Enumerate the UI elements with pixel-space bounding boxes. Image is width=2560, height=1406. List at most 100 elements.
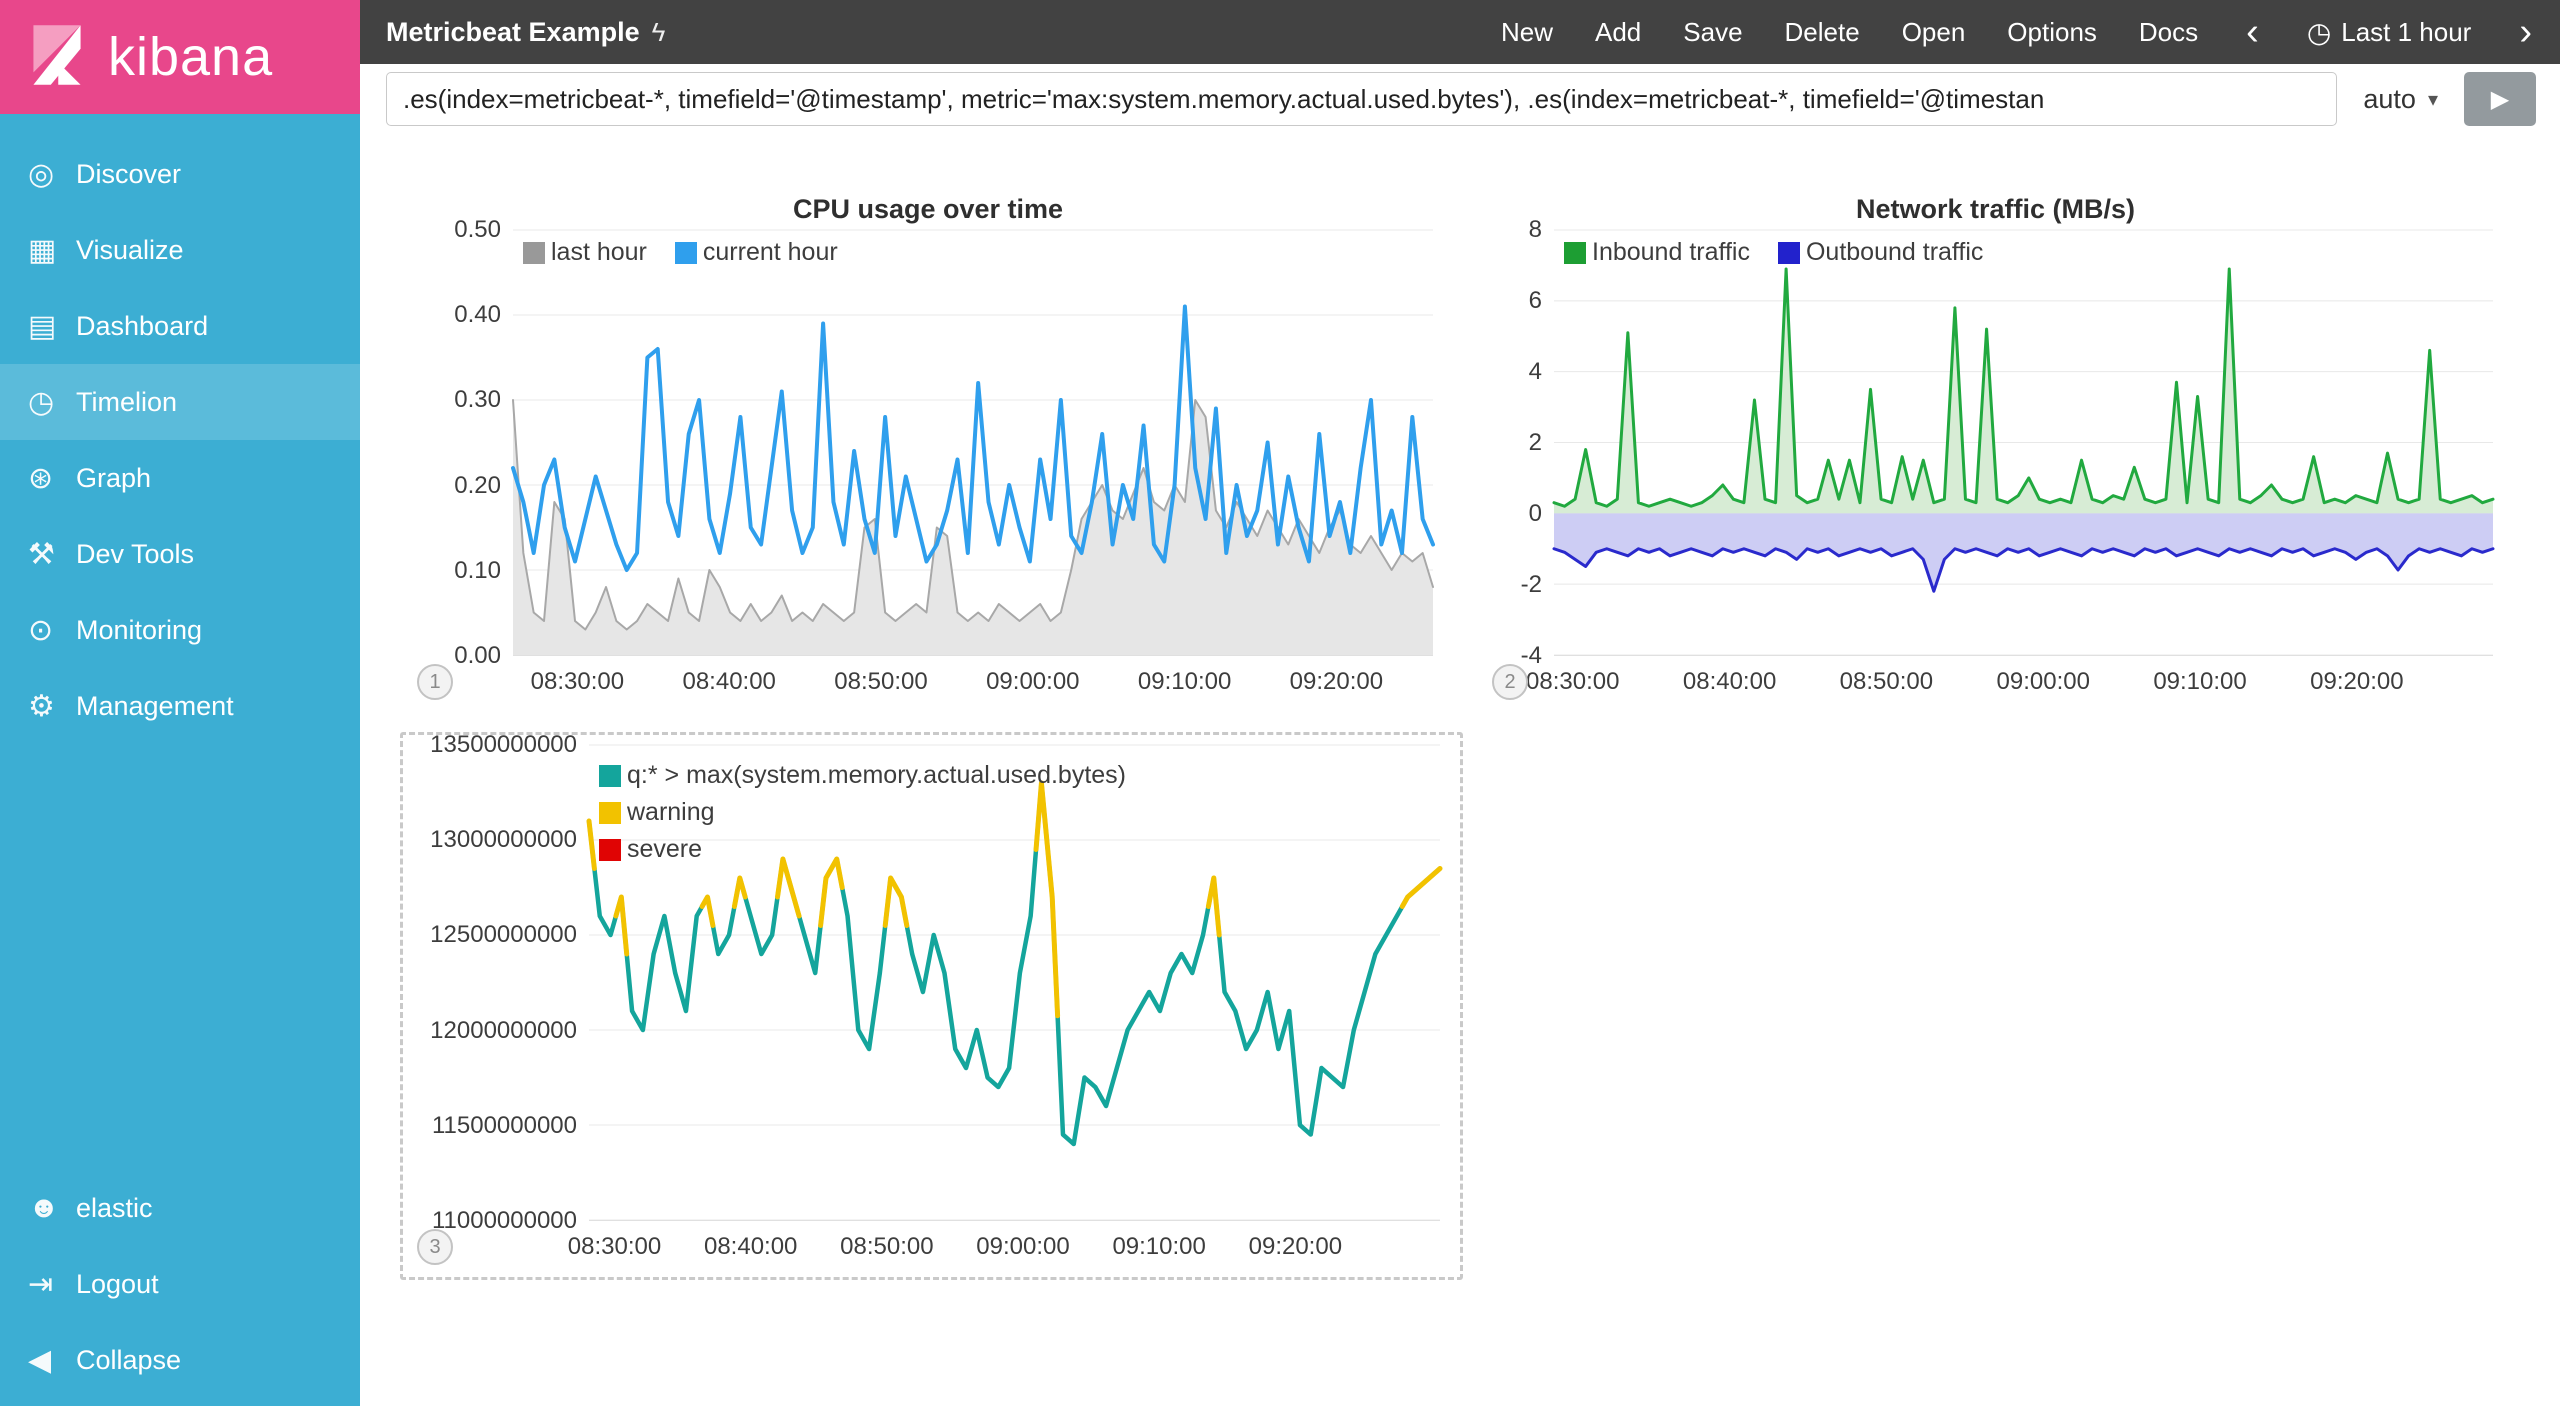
x-tick-label: 09:20:00 [1290,668,1383,696]
gear-icon: ⚙ [28,689,76,724]
sidebar-item-dev-tools[interactable]: ⚒Dev Tools [0,516,360,592]
y-tick-label: 4 [1529,358,1542,386]
collapse-icon: ◀ [28,1343,76,1378]
x-tick-label: 09:20:00 [1249,1233,1342,1261]
clock-icon: ◷ [2307,16,2331,49]
y-tick-label: 11000000000 [432,1207,577,1235]
sidebar-item-label: Dev Tools [76,539,194,570]
topbar: Metricbeat Example ϟ NewAddSaveDeleteOpe… [360,0,2560,64]
timelion-panel-2[interactable]: Network traffic (MB/s) -4-202468 Inbound… [1478,180,2513,712]
y-tick-label: 11500000000 [432,1112,577,1140]
menu-item-delete[interactable]: Delete [1785,17,1860,48]
legend-label: Outbound traffic [1806,238,1983,267]
time-picker[interactable]: ◷ Last 1 hour [2307,16,2472,49]
x-tick-label: 08:50:00 [840,1233,933,1261]
chart-legend: Inbound traffic Outbound traffic [1564,238,1983,267]
legend-item[interactable]: current hour [675,238,838,267]
sidebar-item-label: Monitoring [76,615,202,646]
legend-label: q:* > max(system.memory.actual.used.byte… [627,761,1126,790]
sidebar-item-label: Collapse [76,1345,181,1376]
sidebar-item-discover[interactable]: ◎Discover [0,136,360,212]
x-tick-label: 08:30:00 [568,1233,661,1261]
legend-label: warning [627,798,715,827]
y-tick-label: 13000000000 [430,826,577,854]
menu-item-options[interactable]: Options [2007,17,2097,48]
legend-swatch [599,765,621,787]
sidebar-item-graph[interactable]: ⊛Graph [0,440,360,516]
y-tick-label: 12500000000 [430,921,577,949]
legend-label: severe [627,835,702,864]
x-tick-label: 08:50:00 [1840,668,1933,696]
y-tick-label: 0.00 [454,642,501,670]
kibana-logo[interactable]: kibana [0,0,360,114]
legend-item[interactable]: q:* > max(system.memory.actual.used.byte… [599,761,1126,790]
chevron-left-icon[interactable]: ‹ [2240,13,2265,51]
sidebar-item-timelion[interactable]: ◷Timelion [0,364,360,440]
y-tick-label: 13500000000 [430,731,577,759]
timelion-panel-1[interactable]: CPU usage over time 0.000.100.200.300.40… [403,180,1453,712]
menu-item-new[interactable]: New [1501,17,1553,48]
x-tick-label: 09:10:00 [2153,668,2246,696]
timelion-panel-3-selected[interactable]: 11000000000 11500000000 12000000000 1250000… [400,732,1463,1280]
sidebar-item-elastic[interactable]: ☻elastic [0,1170,360,1246]
legend-item[interactable]: Inbound traffic [1564,238,1750,267]
sidebar-item-label: Management [76,691,234,722]
page-title: Metricbeat Example [386,17,640,48]
play-button[interactable]: ▶ [2464,72,2536,126]
sidebar-item-label: Graph [76,463,151,494]
sidebar-item-logout[interactable]: ⇥Logout [0,1246,360,1322]
y-tick-label: 2 [1529,429,1542,457]
chevron-down-icon: ▾ [2428,87,2438,112]
legend-item[interactable]: last hour [523,238,647,267]
x-tick-label: 09:20:00 [2310,668,2403,696]
sidebar-item-management[interactable]: ⚙Management [0,668,360,744]
sidebar-item-dashboard[interactable]: ▤Dashboard [0,288,360,364]
sidebar-item-visualize[interactable]: ▦Visualize [0,212,360,288]
logout-icon: ⇥ [28,1267,76,1302]
dashboard-icon: ▤ [28,309,76,344]
menu-item-open[interactable]: Open [1902,17,1966,48]
legend-label: Inbound traffic [1592,238,1750,267]
y-tick-label: 0.50 [454,216,501,244]
x-tick-label: 08:30:00 [1526,668,1619,696]
x-tick-label: 09:10:00 [1138,668,1231,696]
x-tick-label: 08:30:00 [531,668,624,696]
timelion-query-input[interactable] [386,72,2337,126]
x-axis-labels: 08:30:0008:40:0008:50:0009:00:0009:10:00… [589,1221,1440,1267]
clock-icon: ◷ [28,385,76,420]
interval-select[interactable]: auto ▾ [2357,84,2444,115]
chart-legend: last hour current hour [523,238,838,267]
chart-plot: Inbound traffic Outbound traffic [1554,230,2493,656]
y-tick-label: 12000000000 [430,1017,577,1045]
legend-swatch [599,839,621,861]
x-tick-label: 09:00:00 [1997,668,2090,696]
sidebar-item-label: Logout [76,1269,159,1300]
chart-title: Network traffic (MB/s) [1492,190,2499,230]
menu-item-docs[interactable]: Docs [2139,17,2198,48]
legend-item[interactable]: warning [599,798,1126,827]
menu-item-save[interactable]: Save [1683,17,1742,48]
legend-item[interactable]: Outbound traffic [1778,238,1983,267]
y-tick-label: -2 [1521,571,1542,599]
y-tick-label: 8 [1529,216,1542,244]
panel-number-badge: 3 [417,1229,453,1265]
menu-item-add[interactable]: Add [1595,17,1641,48]
kibana-app: kibana ◎Discover▦Visualize▤Dashboard◷Tim… [0,0,2560,1406]
sidebar-item-collapse[interactable]: ◀Collapse [0,1322,360,1398]
chevron-right-icon[interactable]: › [2513,13,2538,51]
sidebar-item-label: elastic [76,1193,153,1224]
app-logo-text: kibana [108,26,273,88]
wrench-icon: ⚒ [28,537,76,572]
sidebar: kibana ◎Discover▦Visualize▤Dashboard◷Tim… [0,0,360,1406]
graph-icon: ⊛ [28,461,76,496]
sidebar-item-monitoring[interactable]: ⊙Monitoring [0,592,360,668]
chart-title: CPU usage over time [417,190,1439,230]
timelion-query-bar: auto ▾ ▶ [360,64,2560,134]
legend-swatch [1778,242,1800,264]
panel-number-badge: 1 [417,664,453,700]
legend-label: current hour [703,238,838,267]
x-axis-labels: 08:30:0008:40:0008:50:0009:00:0009:10:00… [513,656,1433,702]
sidebar-item-label: Discover [76,159,181,190]
legend-item[interactable]: severe [599,835,1126,864]
legend-swatch [675,242,697,264]
